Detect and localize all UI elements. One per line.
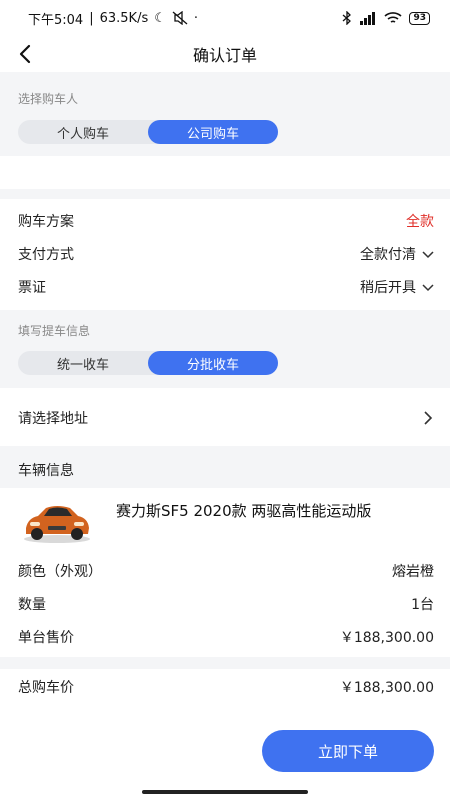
total-value: ￥188,300.00 — [339, 679, 434, 696]
moon-icon: ☾ — [154, 10, 166, 26]
plan-value: 全款 — [406, 213, 434, 230]
status-left: 下午5:04 | 63.5K/s ☾ · — [28, 9, 198, 28]
nav-bar: 确认订单 — [0, 36, 450, 72]
back-arrow-icon[interactable] — [14, 42, 38, 66]
color-value: 熔岩橙 — [392, 563, 434, 580]
wifi-icon — [384, 11, 403, 23]
buyer-label: 选择购车人 — [18, 92, 79, 106]
car-model-title: 赛力斯SF5 2020款 两驱高性能运动版 — [116, 502, 372, 520]
status-bar: 下午5:04 | 63.5K/s ☾ · 93 — [0, 0, 450, 36]
payment-row[interactable]: 支付方式 全款付清 — [0, 237, 450, 270]
status-right: 93 — [342, 11, 430, 25]
section-divider — [0, 189, 450, 199]
invoice-label: 票证 — [18, 279, 46, 296]
pickup-label: 填写提车信息 — [18, 324, 91, 338]
buyer-section: 选择购车人 个人购车 公司购车 — [0, 72, 450, 156]
total-label: 总购车价 — [18, 679, 74, 696]
home-indicator — [142, 790, 308, 794]
buyer-option-personal[interactable]: 个人购车 — [18, 120, 148, 144]
payment-label: 支付方式 — [18, 246, 74, 263]
color-label: 颜色（外观） — [18, 563, 102, 580]
total-row: 总购车价 ￥188,300.00 — [0, 670, 450, 703]
chevron-down-icon — [422, 283, 434, 291]
place-order-button[interactable]: 立即下单 — [262, 730, 434, 772]
address-label: 请选择地址 — [18, 410, 88, 427]
chevron-down-icon — [422, 250, 434, 258]
plan-row: 购车方案 全款 — [0, 204, 450, 237]
unit-price-value: ￥188,300.00 — [339, 629, 434, 646]
page-title: 确认订单 — [192, 46, 257, 65]
invoice-dropdown[interactable]: 稍后开具 — [360, 277, 434, 297]
vehicle-section-title: 车辆信息 — [18, 463, 74, 479]
status-divider: | — [89, 10, 94, 26]
buyer-segmented-control: 个人购车 公司购车 — [18, 120, 278, 144]
pickup-option-unified[interactable]: 统一收车 — [18, 351, 148, 375]
battery-icon: 93 — [409, 11, 430, 25]
payment-dropdown[interactable]: 全款付清 — [360, 244, 434, 264]
invoice-value: 稍后开具 — [360, 279, 416, 296]
payment-value: 全款付清 — [360, 246, 416, 263]
quantity-label: 数量 — [18, 596, 46, 613]
plan-label: 购车方案 — [18, 213, 74, 230]
bluetooth-icon — [343, 11, 352, 25]
invoice-row[interactable]: 票证 稍后开具 — [0, 270, 450, 303]
dot-icon: · — [193, 10, 199, 26]
pickup-section: 填写提车信息 统一收车 分批收车 — [0, 310, 450, 388]
address-row[interactable]: 请选择地址 — [0, 401, 450, 434]
quantity-value: 1台 — [411, 596, 434, 613]
chevron-right-icon — [424, 410, 433, 425]
quantity-row: 数量 1台 — [0, 587, 450, 620]
vehicle-section-header: 车辆信息 — [0, 446, 450, 488]
status-speed: 63.5K/s — [99, 10, 149, 26]
mute-icon — [172, 11, 188, 25]
color-row: 颜色（外观） 熔岩橙 — [0, 554, 450, 587]
status-time: 下午5:04 — [28, 12, 84, 28]
unit-price-row: 单台售价 ￥188,300.00 — [0, 620, 450, 653]
car-image — [24, 506, 90, 543]
pickup-segmented-control: 统一收车 分批收车 — [18, 351, 278, 375]
signal-icon — [360, 11, 376, 25]
unit-price-label: 单台售价 — [18, 629, 74, 646]
section-divider — [0, 657, 450, 669]
pickup-option-batch[interactable]: 分批收车 — [148, 351, 278, 375]
buyer-option-company[interactable]: 公司购车 — [148, 120, 278, 144]
